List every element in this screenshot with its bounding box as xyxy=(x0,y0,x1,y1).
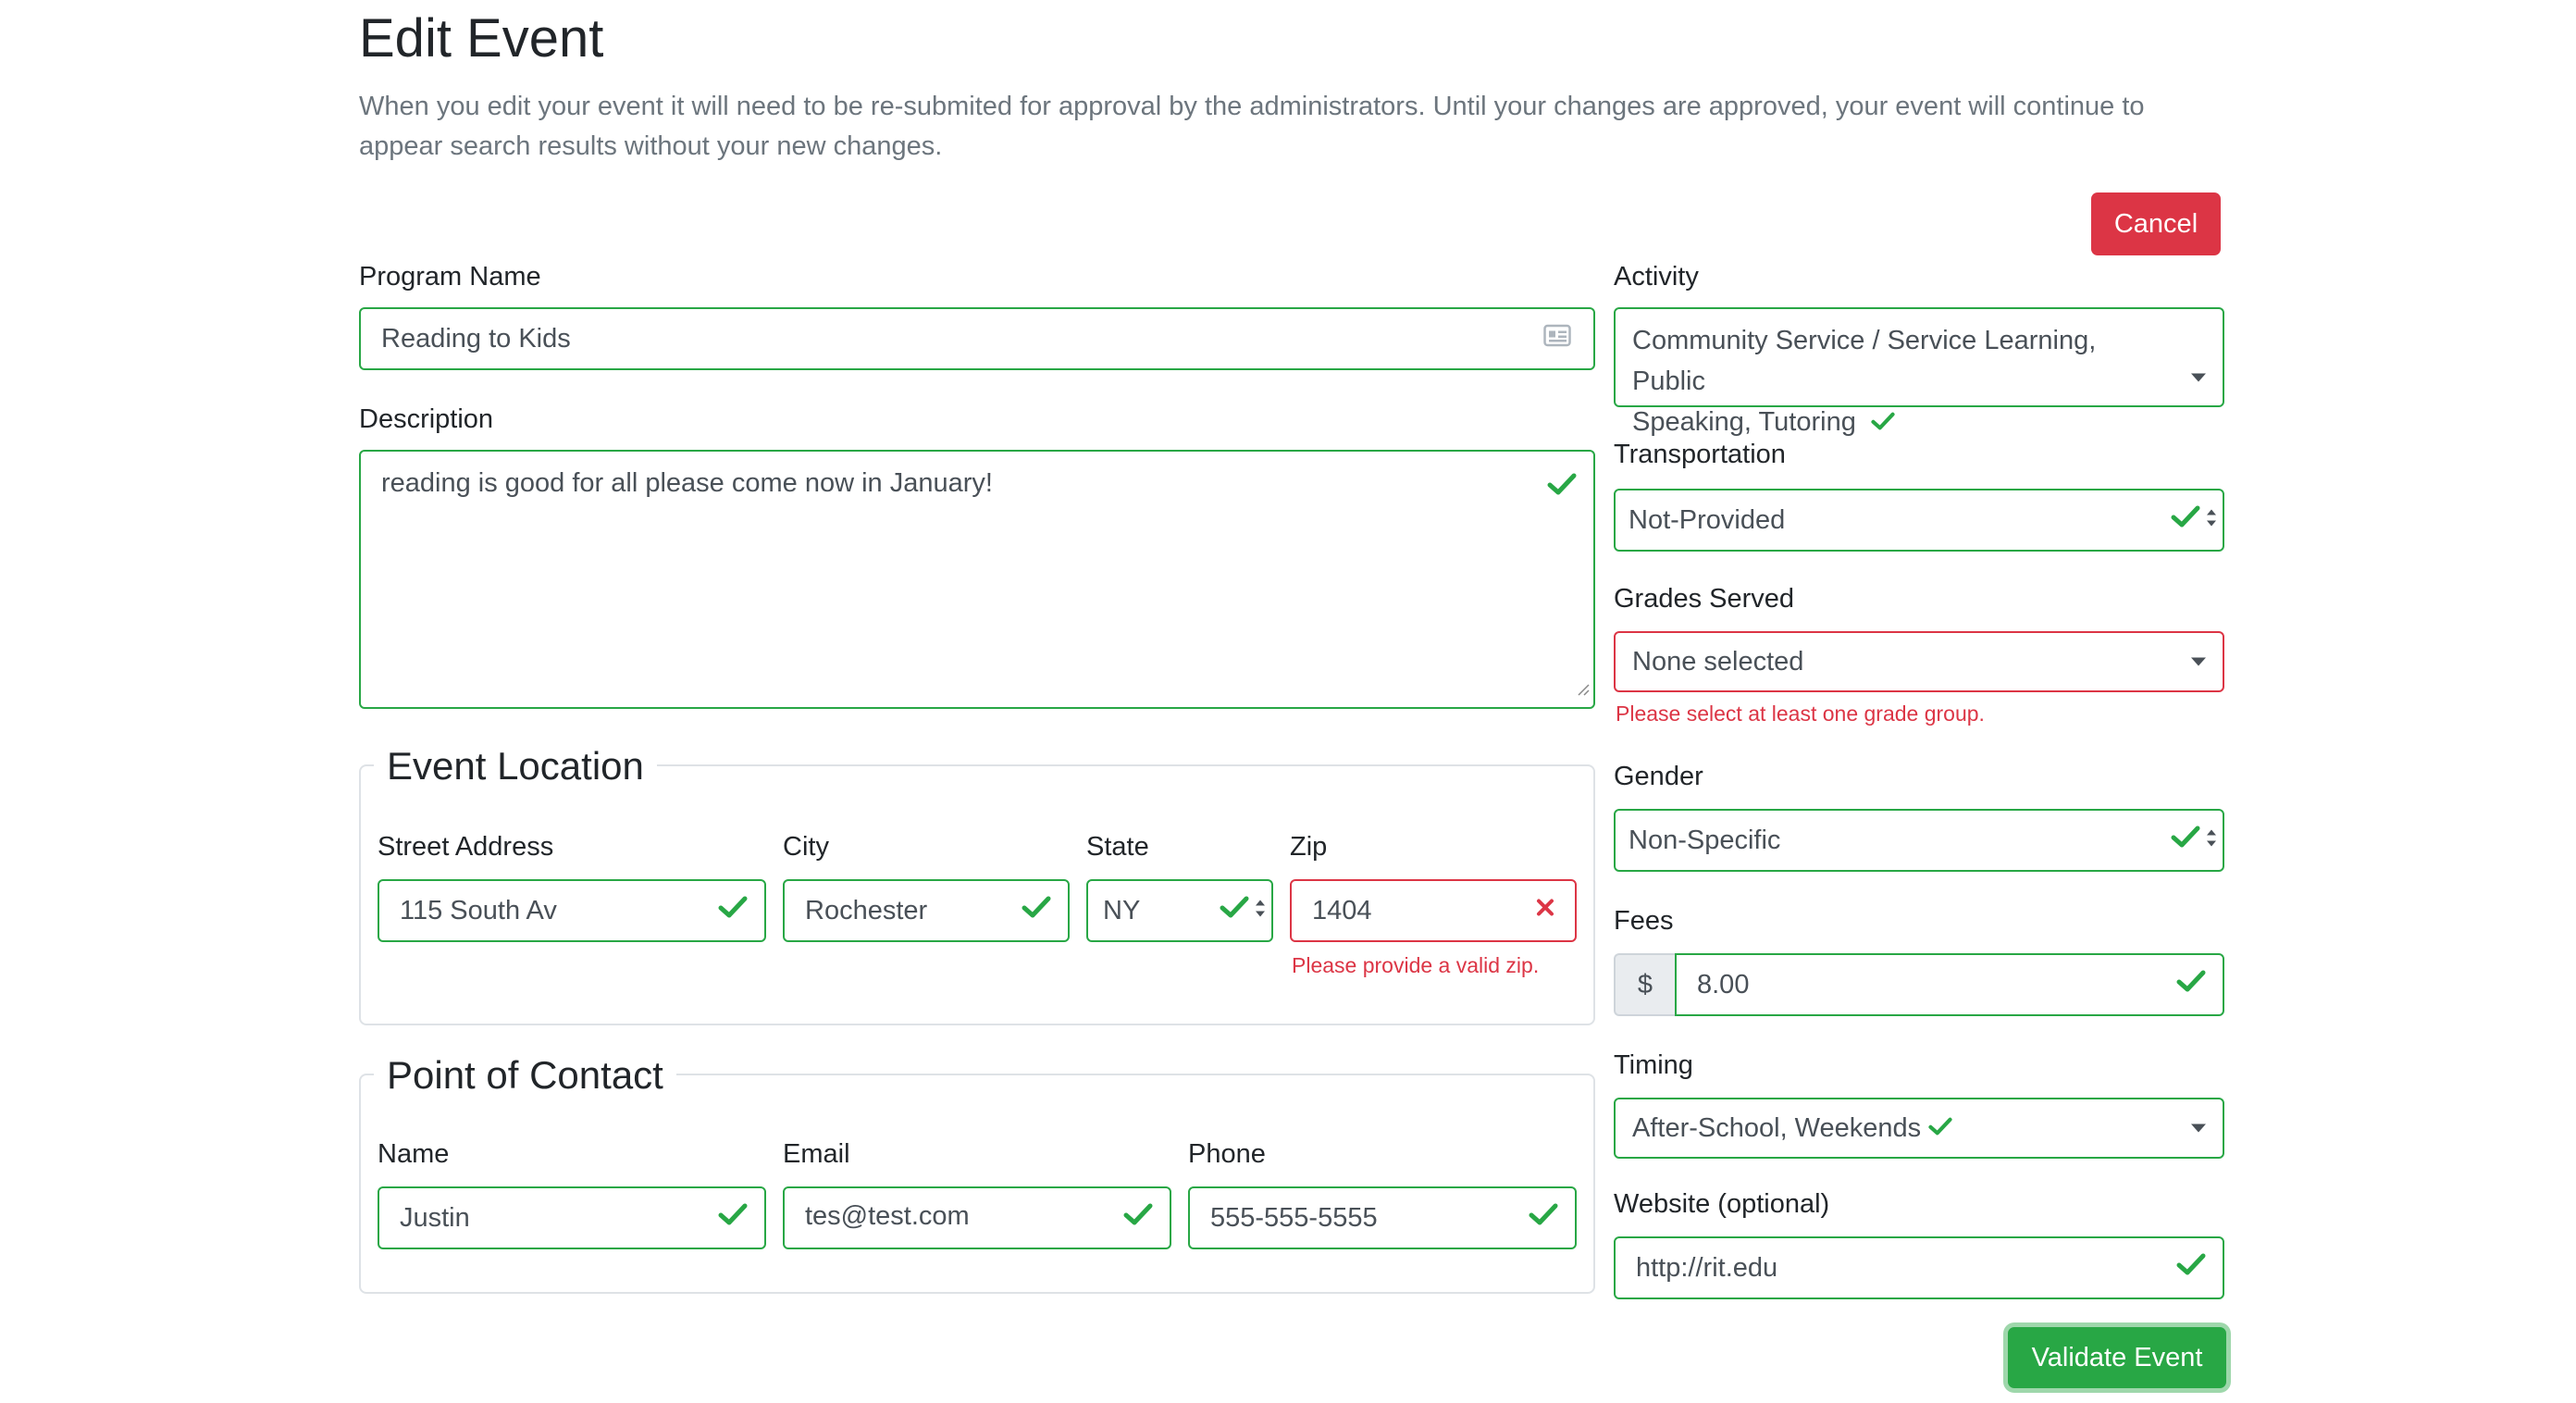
contact-email-input[interactable]: tes@test.com xyxy=(783,1186,1171,1249)
description-textarea[interactable]: reading is good for all please come now … xyxy=(359,450,1595,709)
street-label: Street Address xyxy=(378,832,554,862)
contact-name-input[interactable]: Justin xyxy=(378,1186,766,1249)
contact-phone-input[interactable]: 555-555-5555 xyxy=(1188,1186,1577,1249)
timing-select[interactable]: After-School, Weekends xyxy=(1614,1098,2224,1159)
contact-email-value: tes@test.com xyxy=(805,1201,970,1231)
contact-name-label: Name xyxy=(378,1139,450,1169)
updown-arrows-icon xyxy=(2206,505,2217,536)
transportation-value: Not-Provided xyxy=(1629,504,1786,535)
program-name-input[interactable]: Reading to Kids xyxy=(359,307,1595,370)
street-input[interactable]: 115 South Av xyxy=(378,879,766,942)
point-of-contact-legend: Point of Contact xyxy=(374,1051,676,1099)
street-value: 115 South Av xyxy=(400,895,557,925)
point-of-contact-fieldset xyxy=(359,1074,1595,1294)
activity-label: Activity xyxy=(1614,262,1699,292)
city-input[interactable]: Rochester xyxy=(783,879,1070,942)
grades-select[interactable]: None selected xyxy=(1614,631,2224,692)
updown-arrows-icon xyxy=(1255,896,1266,926)
description-value: reading is good for all please come now … xyxy=(381,468,993,498)
page-title: Edit Event xyxy=(359,8,604,68)
gender-label: Gender xyxy=(1614,762,1703,791)
chevron-down-icon xyxy=(2191,1124,2206,1133)
city-label: City xyxy=(783,832,829,862)
gender-select[interactable]: Non-Specific xyxy=(1614,809,2224,872)
website-label: Website (optional) xyxy=(1614,1189,1830,1219)
activity-value-line2: Speaking, Tutoring xyxy=(1632,407,1856,437)
check-icon xyxy=(1928,1113,1952,1144)
fees-value: 8.00 xyxy=(1697,969,1750,999)
fees-currency-prefix: $ xyxy=(1614,953,1675,1016)
zip-input[interactable]: 1404 xyxy=(1290,879,1577,942)
grades-error: Please select at least one grade group. xyxy=(1616,702,1985,726)
website-input[interactable]: http://rit.edu xyxy=(1614,1236,2224,1299)
check-icon xyxy=(1022,895,1051,926)
description-label: Description xyxy=(359,404,494,434)
timing-value: After-School, Weekends xyxy=(1632,1112,1922,1143)
check-icon xyxy=(1547,472,1577,503)
contact-phone-value: 555-555-5555 xyxy=(1210,1202,1378,1233)
grades-value: None selected xyxy=(1632,646,1804,677)
contact-phone-label: Phone xyxy=(1188,1139,1266,1169)
zip-error: Please provide a valid zip. xyxy=(1292,953,1540,977)
contact-card-icon xyxy=(1543,324,1571,354)
check-icon xyxy=(718,895,748,926)
chevron-down-icon xyxy=(2191,657,2206,666)
check-icon xyxy=(1871,403,1895,443)
website-value: http://rit.edu xyxy=(1636,1252,1778,1283)
event-location-legend: Event Location xyxy=(374,742,657,790)
transportation-select[interactable]: Not-Provided xyxy=(1614,489,2224,552)
state-label: State xyxy=(1086,832,1149,862)
chevron-down-icon xyxy=(2191,373,2206,382)
fees-label: Fees xyxy=(1614,906,1674,936)
check-icon xyxy=(1220,895,1249,926)
resize-handle-icon[interactable] xyxy=(1575,673,1590,703)
fees-input[interactable]: 8.00 xyxy=(1675,953,2224,1016)
program-name-label: Program Name xyxy=(359,262,541,292)
activity-value-line1: Community Service / Service Learning, Pu… xyxy=(1632,326,2097,396)
check-icon xyxy=(2176,1252,2206,1284)
check-icon xyxy=(2171,504,2200,536)
contact-name-value: Justin xyxy=(400,1202,470,1233)
timing-label: Timing xyxy=(1614,1050,1693,1080)
grades-label: Grades Served xyxy=(1614,584,1795,614)
zip-label: Zip xyxy=(1290,832,1328,862)
state-value: NY xyxy=(1103,895,1141,925)
state-select[interactable]: NY xyxy=(1086,879,1273,942)
check-icon xyxy=(718,1202,748,1234)
cancel-button[interactable]: Cancel xyxy=(2091,192,2221,255)
city-value: Rochester xyxy=(805,895,928,925)
close-x-icon xyxy=(1534,896,1556,926)
page-description: When you edit your event it will need to… xyxy=(359,92,2145,161)
check-icon xyxy=(1123,1202,1153,1234)
check-icon xyxy=(2176,969,2206,1000)
check-icon xyxy=(2171,825,2200,856)
transportation-label: Transportation xyxy=(1614,440,1786,469)
contact-email-label: Email xyxy=(783,1139,850,1169)
validate-event-button[interactable]: Validate Event xyxy=(2008,1327,2226,1388)
zip-value: 1404 xyxy=(1312,895,1372,925)
check-icon xyxy=(1529,1202,1558,1234)
updown-arrows-icon xyxy=(2206,826,2217,856)
program-name-value: Reading to Kids xyxy=(381,323,571,354)
activity-select[interactable]: Community Service / Service Learning, Pu… xyxy=(1614,307,2224,437)
gender-value: Non-Specific xyxy=(1629,825,1781,855)
